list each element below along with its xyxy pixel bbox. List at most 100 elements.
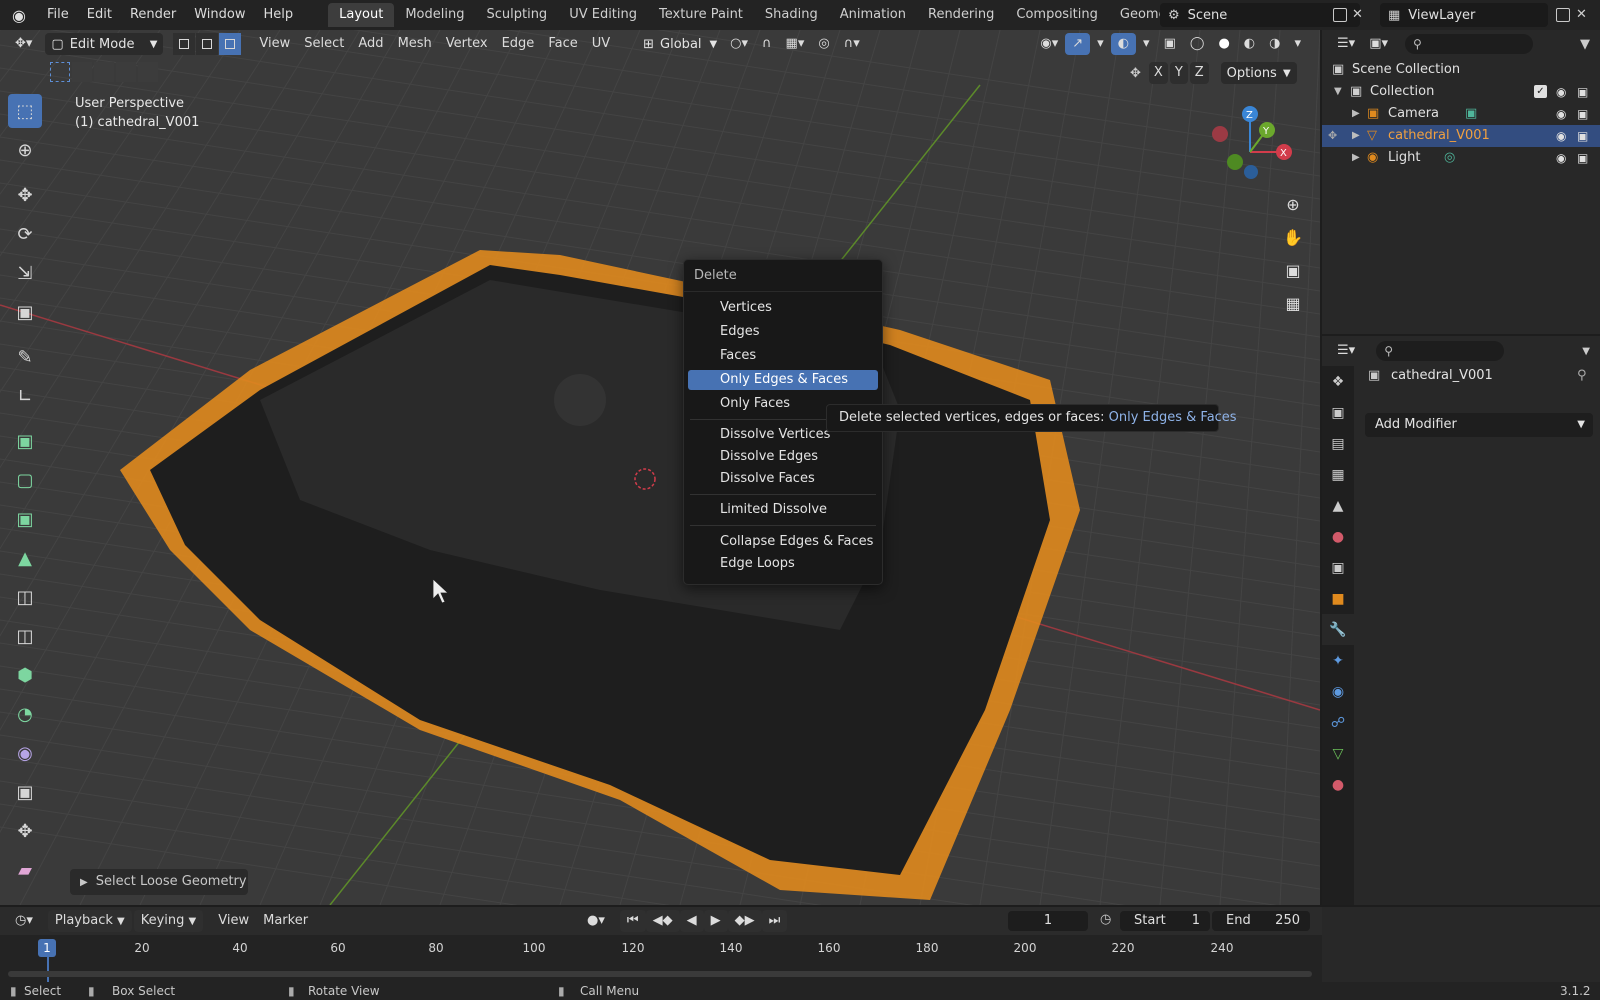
properties-search-input[interactable]: ⚲ xyxy=(1376,341,1505,361)
menu-edge[interactable]: Edge xyxy=(495,33,542,55)
bevel-tool-icon[interactable]: ▲ xyxy=(8,541,42,575)
mirror-y-toggle[interactable]: Y xyxy=(1169,62,1188,84)
data-tab-icon[interactable]: ▽ xyxy=(1322,738,1354,769)
scene-tab-icon[interactable]: ▲ xyxy=(1322,490,1354,521)
eye-icon[interactable]: ◉ xyxy=(1556,81,1566,103)
render-camera-icon[interactable]: ▣ xyxy=(1577,147,1588,169)
tab-uv-editing[interactable]: UV Editing xyxy=(558,3,648,27)
menu-item-dissolve-edges[interactable]: Dissolve Edges xyxy=(688,447,878,467)
vertex-select-icon[interactable] xyxy=(173,33,196,55)
start-frame-field[interactable]: Start 1 xyxy=(1120,911,1210,931)
cursor-tool-icon[interactable]: ⊕ xyxy=(8,133,42,167)
pan-hand-icon[interactable]: ✋ xyxy=(1280,224,1306,250)
material-tab-icon[interactable]: ● xyxy=(1322,769,1354,800)
pin-icon[interactable]: ⚲ xyxy=(1577,368,1587,383)
neg-y-handle[interactable] xyxy=(1227,154,1243,170)
keying-menu[interactable]: Keying ▼ xyxy=(133,910,204,932)
expand-arrow-icon[interactable]: ▶ xyxy=(1352,147,1360,169)
inset-tool-icon[interactable]: ▣ xyxy=(8,502,42,536)
current-frame-field[interactable]: 1 xyxy=(1008,911,1088,931)
eye-icon[interactable]: ◉ xyxy=(1556,147,1566,169)
menu-help[interactable]: Help xyxy=(255,0,303,30)
timeline-ruler[interactable]: 1 20 40 60 80 100 120 140 160 180 200 22… xyxy=(0,935,1322,982)
wireframe-shading-icon[interactable]: ◯ xyxy=(1183,33,1212,55)
menu-edit[interactable]: Edit xyxy=(78,0,121,30)
outliner-scene-collection[interactable]: ▣ Scene Collection xyxy=(1322,59,1600,81)
expand-arrow-icon[interactable]: ▼ xyxy=(1334,81,1342,103)
outliner-item-light[interactable]: ▶ ◉ Light ◎ ◉ ▣ xyxy=(1322,147,1600,169)
expand-arrow-icon[interactable]: ▶ xyxy=(1352,125,1360,147)
tab-sculpting[interactable]: Sculpting xyxy=(475,3,558,27)
play-reverse-icon[interactable]: ◀ xyxy=(679,910,704,932)
mirror-x-toggle[interactable]: X xyxy=(1148,62,1168,84)
material-shading-icon[interactable]: ◐ xyxy=(1237,33,1262,55)
eye-icon[interactable]: ◉ xyxy=(1556,103,1566,125)
edge-select-icon[interactable] xyxy=(196,33,219,55)
select-new-icon[interactable] xyxy=(50,62,70,82)
move-tool-icon[interactable]: ✥ xyxy=(8,178,42,212)
navigation-gizmo[interactable]: Z Y X xyxy=(1200,102,1300,202)
menu-face[interactable]: Face xyxy=(541,33,584,55)
orientation-selector[interactable]: ⊞ Global ▼ xyxy=(637,33,723,55)
visibility-icon[interactable]: ◉▾ xyxy=(1033,33,1065,55)
display-mode-icon[interactable]: ▣▾ xyxy=(1362,33,1395,55)
menu-add[interactable]: Add xyxy=(351,33,390,55)
blender-logo-icon[interactable]: ◉ xyxy=(0,0,38,30)
scene-selector[interactable]: ⚙ Scene xyxy=(1160,3,1360,27)
annotate-tool-icon[interactable]: ✎ xyxy=(8,340,42,374)
face-select-icon[interactable] xyxy=(219,33,242,55)
remove-scene-icon[interactable]: ✕ xyxy=(1352,7,1363,22)
shear-tool-icon[interactable]: ▰ xyxy=(8,853,42,887)
loop-cut-tool-icon[interactable]: ◫ xyxy=(8,580,42,614)
tab-layout[interactable]: Layout xyxy=(328,3,395,27)
menu-view[interactable]: View xyxy=(252,33,297,55)
menu-window[interactable]: Window xyxy=(185,0,254,30)
menu-item-faces[interactable]: Faces xyxy=(688,346,878,366)
zoom-icon[interactable]: ⊕ xyxy=(1280,191,1306,217)
tool-tab-icon[interactable]: ❖ xyxy=(1322,366,1354,397)
pivot-point-icon[interactable]: ○▾ xyxy=(723,33,755,55)
outliner-editor-type-icon[interactable]: ☰▾ xyxy=(1330,33,1362,55)
gizmo-dropdown-icon[interactable]: ▾ xyxy=(1090,33,1111,55)
jump-keyframe-back-icon[interactable]: ◀◆ xyxy=(645,910,680,932)
light-data-icon[interactable]: ◎ xyxy=(1444,147,1455,169)
stopwatch-icon[interactable]: ◷ xyxy=(1100,912,1111,927)
snap-target-icon[interactable]: ▦▾ xyxy=(779,33,812,55)
world-tab-icon[interactable]: ● xyxy=(1322,521,1354,552)
menu-item-edges[interactable]: Edges xyxy=(688,322,878,342)
expand-arrow-icon[interactable]: ▶ xyxy=(1352,103,1360,125)
viewlayer-selector[interactable]: ▦ ViewLayer xyxy=(1380,3,1548,27)
menu-file[interactable]: File xyxy=(38,0,78,30)
falloff-icon[interactable]: ∩▾ xyxy=(837,33,867,55)
outliner-collection[interactable]: ▼ ▣ Collection ✓ ◉ ▣ xyxy=(1322,81,1600,103)
tab-compositing[interactable]: Compositing xyxy=(1005,3,1109,27)
measure-tool-icon[interactable]: ∟ xyxy=(8,379,42,413)
scale-tool-icon[interactable]: ⇲ xyxy=(8,256,42,290)
select-invert-icon[interactable] xyxy=(116,62,136,82)
outliner-item-cathedral[interactable]: ✥ ▶ ▽ cathedral_V001 ◉ ▣ xyxy=(1322,125,1600,147)
ortho-grid-icon[interactable]: ▦ xyxy=(1280,290,1306,316)
outliner-search-input[interactable]: ⚲ xyxy=(1405,34,1533,54)
output-tab-icon[interactable]: ▤ xyxy=(1322,428,1354,459)
tab-texture-paint[interactable]: Texture Paint xyxy=(648,3,754,27)
marker-menu[interactable]: Marker xyxy=(256,910,315,932)
menu-mesh[interactable]: Mesh xyxy=(391,33,439,55)
mirror-z-toggle[interactable]: Z xyxy=(1189,62,1209,84)
menu-item-collapse-edges-faces[interactable]: Collapse Edges & Faces xyxy=(688,532,878,552)
overlays-dropdown-icon[interactable]: ▾ xyxy=(1136,33,1157,55)
shading-dropdown-icon[interactable]: ▾ xyxy=(1287,33,1308,55)
tab-shading[interactable]: Shading xyxy=(754,3,829,27)
select-subtract-icon[interactable] xyxy=(94,62,114,82)
neg-x-handle[interactable] xyxy=(1212,126,1228,142)
constraints-tab-icon[interactable]: ☍ xyxy=(1322,707,1354,738)
particles-tab-icon[interactable]: ✦ xyxy=(1322,645,1354,676)
new-scene-icon[interactable] xyxy=(1333,8,1347,22)
end-frame-field[interactable]: End 250 xyxy=(1212,911,1310,931)
render-camera-icon[interactable]: ▣ xyxy=(1577,81,1588,103)
filter-icon[interactable]: ▼ xyxy=(1580,37,1590,52)
camera-data-icon[interactable]: ▣ xyxy=(1465,103,1477,125)
jump-keyframe-forward-icon[interactable]: ◆▶ xyxy=(727,910,762,932)
render-tab-icon[interactable]: ▣ xyxy=(1322,397,1354,428)
remove-viewlayer-icon[interactable]: ✕ xyxy=(1576,7,1587,22)
transform-tool-icon[interactable]: ▣ xyxy=(8,295,42,329)
